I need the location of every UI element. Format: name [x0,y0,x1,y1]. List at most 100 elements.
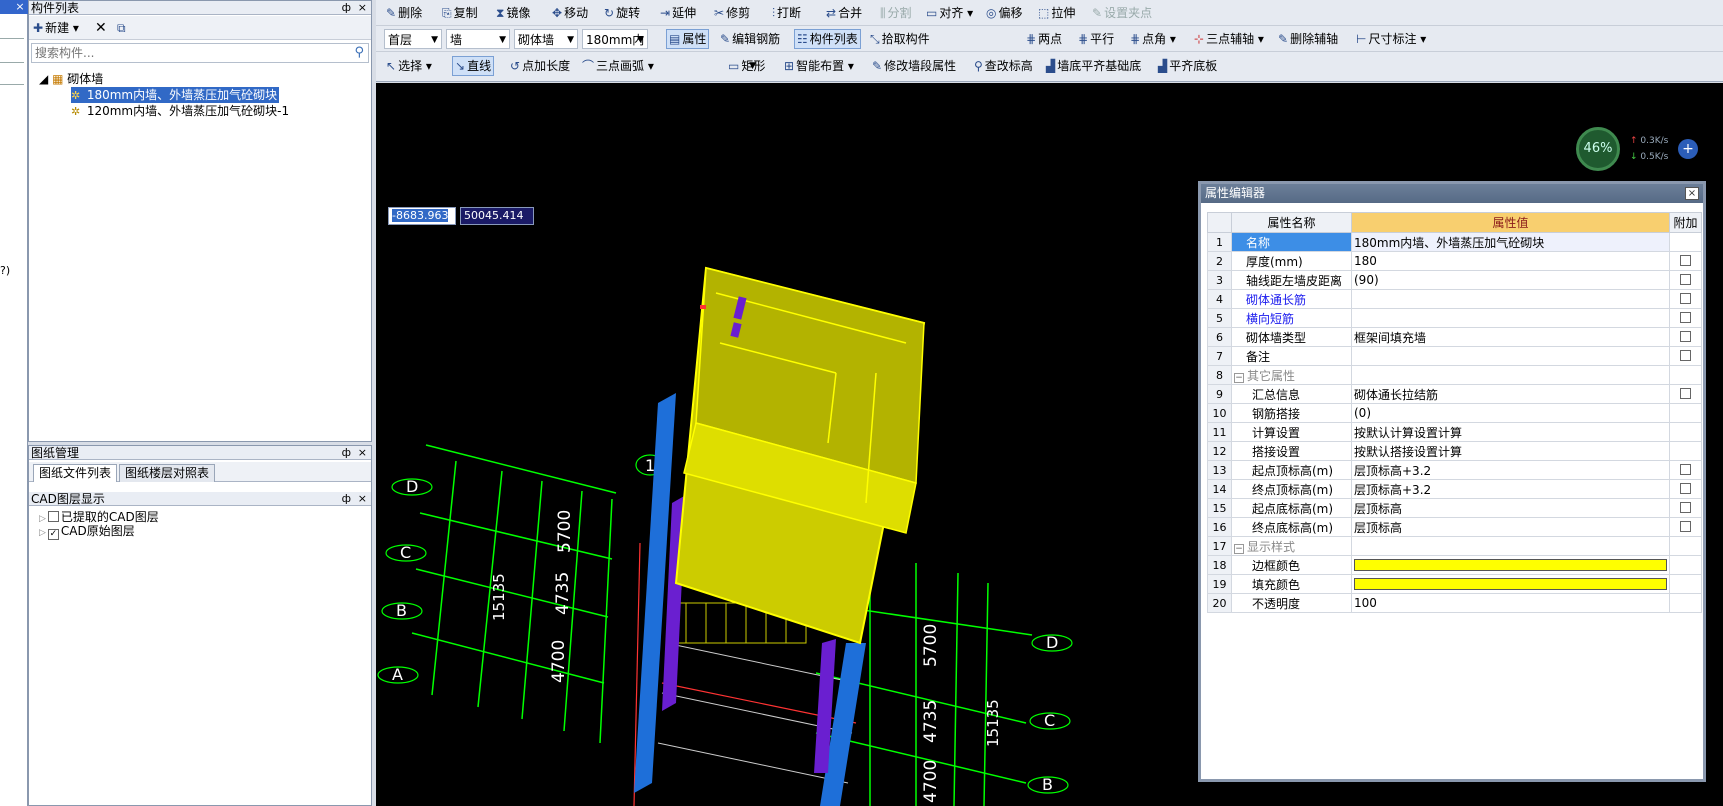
select-tool[interactable]: ↖ 选择 ▾ [386,56,432,76]
property-value[interactable] [1351,346,1670,366]
dock-tab-indicator[interactable] [0,0,12,14]
delete-tool[interactable]: ✎ 删除 [386,3,422,23]
dock-close-button[interactable]: × [12,0,28,14]
add-checkbox[interactable] [1680,350,1691,361]
property-row[interactable]: 17− 显示样式 [1207,536,1702,556]
color-swatch[interactable] [1354,578,1667,590]
property-add-cell[interactable] [1669,498,1702,518]
tab-drawing-file-list[interactable]: 图纸文件列表 [33,464,118,482]
collapse-icon[interactable]: − [1234,543,1244,554]
subtype-select[interactable]: 砌体墙 ▼ [514,29,578,49]
property-row[interactable]: 19 填充颜色 [1207,574,1702,594]
property-row[interactable]: 8− 其它属性 [1207,365,1702,385]
property-value[interactable]: 按默认搭接设置计算 [1351,441,1670,461]
property-value[interactable] [1351,308,1670,328]
mirror-tool[interactable]: ⧗ 镜像 [496,3,530,23]
three-point-axis-tool[interactable]: ⊹ 三点辅轴 ▾ [1194,29,1264,49]
split-tool[interactable]: ⫼ 分割 [880,3,912,23]
property-row[interactable]: 7 备注 [1207,346,1702,366]
point-angle-axis-tool[interactable]: ⋕ 点角 ▾ [1130,29,1176,49]
property-value[interactable]: 180mm内墙、外墙蒸压加气砼砌块 [1351,232,1670,252]
add-checkbox[interactable] [1680,293,1691,304]
three-point-arc-tool[interactable]: ⌒ 三点画弧 ▾ [582,56,654,76]
stretch-tool[interactable]: ⬚ 拉伸 [1038,3,1075,23]
expand-arrow-icon[interactable]: ▷ [39,528,46,538]
property-add-cell[interactable] [1669,327,1702,347]
property-value[interactable] [1351,289,1670,309]
property-value[interactable]: 层顶标高+3.2 [1351,479,1670,499]
close-icon[interactable]: × [358,492,367,506]
check-elevation-tool[interactable]: ⚲ 查改标高 [974,56,1033,76]
collapse-arrow-icon[interactable]: ◢ [39,72,48,86]
property-value[interactable]: 100 [1351,593,1670,613]
trim-tool[interactable]: ✂ 修剪 [714,3,750,23]
coordinate-y-input[interactable]: 50045.414 [460,207,534,225]
close-icon[interactable]: × [358,446,367,460]
property-value[interactable]: 层顶标高 [1351,517,1670,537]
property-row[interactable]: 18 边框颜色 [1207,555,1702,575]
merge-tool[interactable]: ⇄ 合并 [826,3,862,23]
copy-tool[interactable]: ⎘ 复制 [442,3,478,23]
property-add-cell[interactable] [1669,346,1702,366]
floor-select[interactable]: 首层 ▼ [384,29,442,49]
two-point-axis-tool[interactable]: ⋕ 两点 [1026,29,1062,49]
property-value[interactable]: 层顶标高 [1351,498,1670,518]
add-checkbox[interactable] [1680,388,1691,399]
parallel-axis-tool[interactable]: ⋕ 平行 [1078,29,1114,49]
component-search-input[interactable] [32,44,332,62]
color-swatch[interactable] [1354,559,1667,571]
add-checkbox[interactable] [1680,464,1691,475]
tab-floor-mapping[interactable]: 图纸楼层对照表 [119,464,216,482]
wall-bottom-align-foundation-tool[interactable]: ▟ 墙底平齐基础底 [1046,56,1141,76]
property-row[interactable]: 5 横向短筋 [1207,308,1702,328]
move-tool[interactable]: ✥ 移动 [552,3,588,23]
close-icon[interactable]: × [1685,187,1699,200]
search-icon[interactable]: ⚲ [354,45,364,60]
property-row[interactable]: 3 轴线距左墙皮距离 (90) [1207,270,1702,290]
property-add-cell[interactable] [1669,384,1702,404]
smart-layout-tool[interactable]: ⊞ 智能布置 ▾ [784,56,854,76]
property-row[interactable]: 13 起点顶标高(m) 层顶标高+3.2 [1207,460,1702,480]
align-slab-bottom-tool[interactable]: ▟ 平齐底板 [1158,56,1217,76]
align-tool[interactable]: ▭ 对齐 ▾ [926,3,973,23]
collapse-icon[interactable]: − [1234,372,1244,383]
property-add-cell[interactable] [1669,517,1702,537]
offset-tool[interactable]: ◎ 偏移 [986,3,1023,23]
rectangle-tool[interactable]: ▭ 矩形 [728,56,765,76]
property-add-cell[interactable] [1669,289,1702,309]
set-grip-tool[interactable]: ✎ 设置夹点 [1092,3,1152,23]
add-checkbox[interactable] [1680,274,1691,285]
pick-component-tool[interactable]: ⤡ 拾取构件 [870,29,930,49]
modify-wall-segment-tool[interactable]: ✎ 修改墙段属性 [872,56,956,76]
pin-icon[interactable]: ф [342,446,351,460]
property-row[interactable]: 20 不透明度 100 [1207,593,1702,613]
tree-item-120mm-wall[interactable]: ✲ 120mm内墙、外墙蒸压加气砼砌块-1 [71,103,289,119]
property-value[interactable]: (90) [1351,270,1670,290]
property-name[interactable]: − 其它属性 [1231,365,1352,385]
type-select[interactable]: 墙 ▼ [446,29,510,49]
delete-component-icon[interactable]: ✕ [95,19,107,37]
layer-original-cad[interactable]: ▷ ✓ CAD原始图层 [39,524,135,540]
add-checkbox[interactable] [1680,331,1691,342]
property-row[interactable]: 9 汇总信息 砌体通长拉结筋 [1207,384,1702,404]
rotate-tool[interactable]: ↻ 旋转 [604,3,640,23]
copy-component-icon[interactable]: ⧉ [117,19,126,37]
dimension-tool[interactable]: ⊢ 尺寸标注 ▾ [1356,29,1426,49]
layer-checkbox[interactable]: ✓ [47,529,59,540]
property-add-cell[interactable] [1669,251,1702,271]
property-row[interactable]: 1 名称 180mm内墙、外墙蒸压加气砼砌块 [1207,232,1702,252]
layer-checkbox[interactable] [47,511,59,522]
break-tool[interactable]: ⫶ 打断 [772,3,801,23]
close-icon[interactable]: × [358,1,367,15]
property-row[interactable]: 6 砌体墙类型 框架间填充墙 [1207,327,1702,347]
property-add-cell[interactable] [1669,308,1702,328]
property-value[interactable] [1351,574,1670,594]
delete-aux-axis-tool[interactable]: ✎ 删除辅轴 [1278,29,1338,49]
property-row[interactable]: 16 终点底标高(m) 层顶标高 [1207,517,1702,537]
property-row[interactable]: 4 砌体通长筋 [1207,289,1702,309]
expand-arrow-icon[interactable]: ▷ [39,514,46,524]
property-row[interactable]: 15 起点底标高(m) 层顶标高 [1207,498,1702,518]
property-add-cell[interactable] [1669,479,1702,499]
property-row[interactable]: 11 计算设置 按默认计算设置计算 [1207,422,1702,442]
pin-icon[interactable]: ф [342,1,351,15]
